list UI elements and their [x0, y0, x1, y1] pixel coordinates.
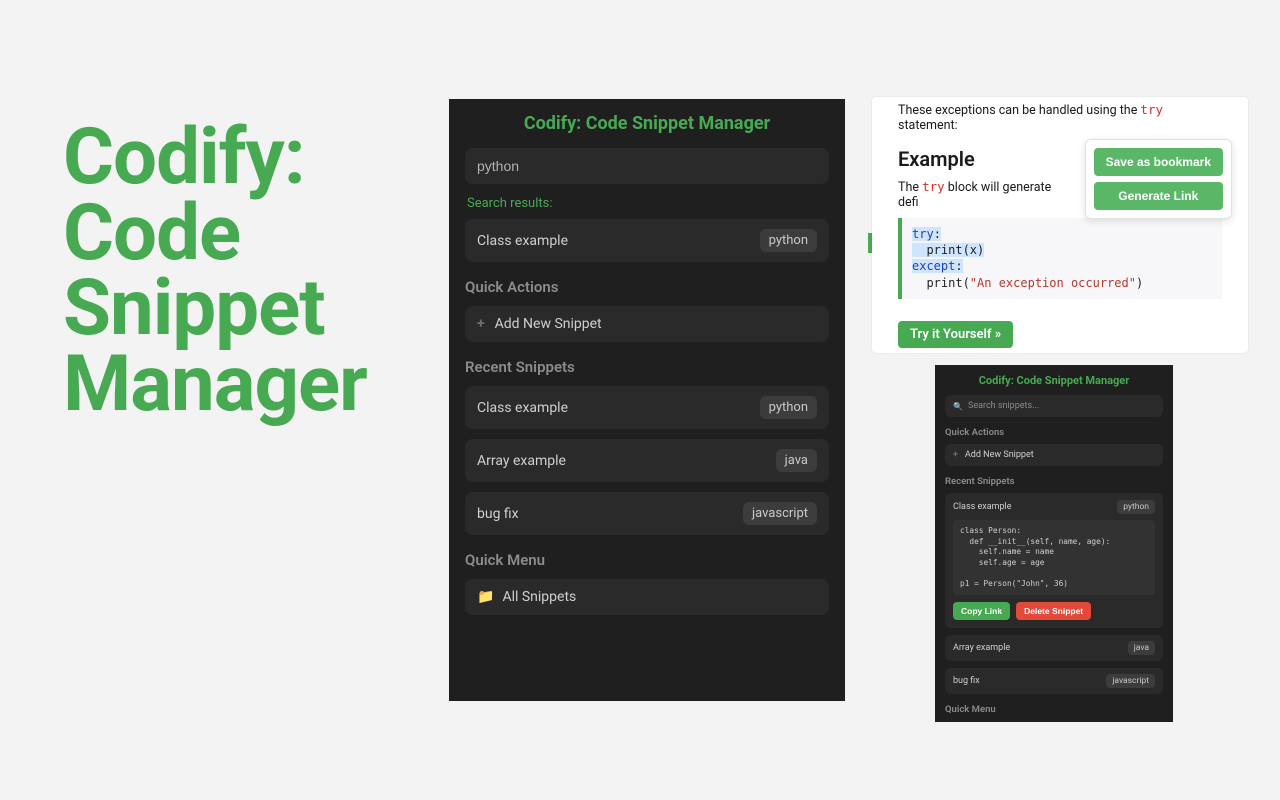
- search-input[interactable]: 🔍 Search snippets...: [945, 395, 1163, 417]
- webpage-example-card: These exceptions can be handled using th…: [872, 97, 1248, 353]
- snippet-name: bug fix: [953, 676, 980, 686]
- recent-row[interactable]: bug fix javascript: [465, 492, 829, 535]
- search-input[interactable]: [465, 148, 829, 184]
- snippet-name: bug fix: [477, 506, 519, 522]
- snippet-name: Array example: [477, 453, 566, 469]
- inline-code: try: [922, 179, 945, 194]
- delete-snippet-button[interactable]: Delete Snippet: [1016, 602, 1091, 620]
- language-tag: java: [776, 449, 817, 472]
- copy-link-button[interactable]: Copy Link: [953, 602, 1010, 620]
- generate-link-button[interactable]: Generate Link: [1094, 182, 1223, 210]
- code-preview: class Person: def __init__(self, name, a…: [953, 520, 1155, 595]
- search-result-row[interactable]: Class example python: [465, 219, 829, 262]
- recent-snippets-heading: Recent Snippets: [465, 358, 829, 376]
- folder-icon: 📁: [477, 589, 494, 605]
- quick-menu-heading: Quick Menu: [465, 551, 829, 569]
- language-tag: python: [1117, 500, 1155, 514]
- language-tag: javascript: [743, 502, 817, 525]
- language-tag: python: [760, 229, 817, 252]
- add-snippet-button[interactable]: + Add New Snippet: [465, 306, 829, 342]
- intro-text: These exceptions can be handled using th…: [872, 97, 1248, 143]
- quick-menu-heading: Quick Menu: [945, 704, 1163, 715]
- popup-title: Codify: Code Snippet Manager: [945, 374, 1163, 387]
- popup-title: Codify: Code Snippet Manager: [465, 113, 829, 134]
- context-popover: Save as bookmark Generate Link: [1085, 139, 1232, 219]
- snippet-name: Array example: [953, 643, 1010, 653]
- hero-title: Codify: Code Snippet Manager: [63, 120, 403, 423]
- all-snippets-label: All Snippets: [502, 589, 576, 605]
- code-block: try: print(x) except: print("An exceptio…: [898, 218, 1222, 299]
- plus-icon: +: [953, 450, 958, 460]
- snippet-name: Class example: [477, 400, 568, 416]
- search-results-label: Search results:: [467, 196, 829, 211]
- example-box: Example The try block will generate xxxx…: [898, 147, 1222, 299]
- add-snippet-label: Add New Snippet: [965, 450, 1034, 460]
- search-placeholder: Search snippets...: [968, 401, 1039, 411]
- expanded-snippet[interactable]: Class example python class Person: def _…: [945, 493, 1163, 628]
- quick-actions-heading: Quick Actions: [465, 278, 829, 296]
- recent-row[interactable]: Array example java: [465, 439, 829, 482]
- hero-heading: Codify: Code Snippet Manager: [63, 120, 403, 423]
- plus-icon: +: [477, 316, 485, 332]
- popup-panel-small: Codify: Code Snippet Manager 🔍 Search sn…: [935, 365, 1173, 722]
- popup-panel: Codify: Code Snippet Manager Search resu…: [449, 99, 845, 701]
- try-it-button[interactable]: Try it Yourself »: [898, 321, 1013, 348]
- snippet-name: Class example: [953, 502, 1012, 512]
- save-bookmark-button[interactable]: Save as bookmark: [1094, 148, 1223, 176]
- search-icon: 🔍: [953, 402, 963, 411]
- add-snippet-label: Add New Snippet: [495, 316, 602, 332]
- all-snippets-button[interactable]: 📁 All Snippets: [465, 579, 829, 615]
- recent-row[interactable]: Class example python: [465, 386, 829, 429]
- recent-row[interactable]: bug fix javascript: [945, 668, 1163, 694]
- language-tag: python: [760, 396, 817, 419]
- language-tag: java: [1128, 641, 1155, 655]
- inline-code: try: [1140, 102, 1163, 117]
- add-snippet-button[interactable]: + Add New Snippet: [945, 444, 1163, 466]
- quick-actions-heading: Quick Actions: [945, 427, 1163, 438]
- recent-row[interactable]: Array example java: [945, 635, 1163, 661]
- snippet-name: Class example: [477, 233, 568, 249]
- recent-snippets-heading: Recent Snippets: [945, 476, 1163, 487]
- language-tag: javascript: [1106, 674, 1155, 688]
